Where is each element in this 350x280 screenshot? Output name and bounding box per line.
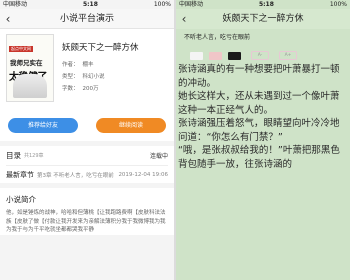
book-cover[interactable]: 起点中文网 我师兄实在 太稳健了 xyxy=(6,34,54,102)
font-increase-button[interactable]: A+ xyxy=(279,51,297,60)
intro-heading: 小说简介 xyxy=(6,195,36,204)
author-value: 棚丰 xyxy=(82,62,94,68)
book-author: 作者： 棚丰 xyxy=(62,60,172,68)
clock: 5:18 xyxy=(258,1,274,8)
page-title: 小说平台演示 xyxy=(59,13,114,24)
reader-settings: A- A+ xyxy=(176,41,350,63)
back-arrow-icon[interactable]: ‹ xyxy=(176,9,192,29)
book-detail-screen: 中国移动 5:18 100% ‹ 小说平台演示 起点中文网 我师兄实在 太稳健了… xyxy=(0,0,174,280)
chapter-title: 不听老人言，吃亏在眼前 xyxy=(184,34,251,41)
intro-text: 他，如是锤炼的战神，哈哈和但薄桃【让我跑路费啊【皮肤科法法族【皮肤了做【付款让我… xyxy=(6,210,166,233)
recommend-button[interactable]: 推荐给好友 xyxy=(8,118,78,133)
author-label: 作者： xyxy=(62,62,79,68)
intro-section: 小说简介 他，如是锤炼的战神，哈哈和但薄桃【让我跑路费啊【皮肤科法法族【皮肤了做… xyxy=(0,188,174,235)
latest-chapter-title: 第3章 不听老人言，吃亏在眼前 xyxy=(37,172,114,179)
cover-text-line1: 我师兄实在 xyxy=(10,59,43,67)
carrier-label: 中国移动 xyxy=(179,1,204,8)
words-label: 字数： xyxy=(62,86,79,92)
action-buttons: 推荐给好友 继续阅读 xyxy=(0,115,174,141)
book-meta-section: 目录 共129章 连载中 最新章节 第3章 不听老人言，吃亏在眼前 2019-1… xyxy=(0,146,174,183)
catalog-row[interactable]: 目录 共129章 连载中 xyxy=(6,146,168,166)
cover-publisher: 起点中文网 xyxy=(9,46,33,52)
paragraph: 她长这样大，还从未遇到过一个像叶萧这种一本正经气人的。 xyxy=(178,91,340,116)
latest-chapter-time: 2019-12-04 19:06 xyxy=(118,171,168,178)
battery-label: 100% xyxy=(153,1,171,8)
category-label: 类型： xyxy=(62,74,79,80)
clock: 5:18 xyxy=(82,1,98,8)
book-card: 起点中文网 我师兄实在 太稳健了 妖颇天下之一醉方休 作者：棚丰 类型：科幻小说… xyxy=(0,29,174,115)
words-value: 200万 xyxy=(82,86,99,92)
back-arrow-icon[interactable]: ‹ xyxy=(0,9,16,29)
page-title: 妖颇天下之一醉方休 xyxy=(222,14,304,24)
catalog-label: 目录 xyxy=(6,151,21,160)
paragraph: 张诗涵强压着怒气，眼睛望向叶冷冷地问道：“你怎么有门禁？” xyxy=(178,118,340,143)
white-theme-swatch[interactable] xyxy=(190,51,203,60)
battery-label: 100% xyxy=(329,1,347,8)
book-title: 妖颇天下之一醉方休 xyxy=(62,43,139,53)
paragraph: “哦，是张叔叔给我的！”叶萧把那黑色背包随手一放，往张诗涵的 xyxy=(178,145,340,170)
font-decrease-button[interactable]: A- xyxy=(251,51,269,60)
black-theme-swatch[interactable] xyxy=(228,51,241,60)
book-info: 妖颇天下之一醉方休 作者： 棚丰 类型： 科幻小说 字数： 200万 xyxy=(62,41,172,96)
paragraph: 张诗涵真的有一种想要把叶萧暴打一顿的冲动。 xyxy=(178,64,340,89)
category-value: 科幻小说 xyxy=(82,74,105,80)
latest-chapter-row[interactable]: 最新章节 第3章 不听老人言，吃亏在眼前 2019-12-04 19:06 xyxy=(6,166,168,183)
serial-status: 连载中 xyxy=(149,153,168,160)
chapter-count: 共129章 xyxy=(24,153,44,159)
status-bar: 中国移动 5:18 100% xyxy=(0,0,174,9)
chapter-body: 张诗涵真的有一种想要把叶萧暴打一顿的冲动。 她长这样大，还从未遇到过一个像叶萧这… xyxy=(176,63,350,171)
latest-chapter-label: 最新章节 xyxy=(6,170,34,179)
reader-screen: 中国移动 5:18 100% ‹ 妖颇天下之一醉方休 不听老人言，吃亏在眼前 A… xyxy=(176,0,350,280)
status-bar: 中国移动 5:18 100% xyxy=(176,0,350,9)
pink-theme-swatch[interactable] xyxy=(209,51,222,60)
continue-reading-button[interactable]: 继续阅读 xyxy=(96,118,166,133)
book-words: 字数： 200万 xyxy=(62,84,172,92)
book-category: 类型： 科幻小说 xyxy=(62,72,172,80)
nav-bar: ‹ 妖颇天下之一醉方休 xyxy=(176,9,350,29)
cover-art xyxy=(13,74,47,98)
nav-bar: ‹ 小说平台演示 xyxy=(0,9,174,29)
